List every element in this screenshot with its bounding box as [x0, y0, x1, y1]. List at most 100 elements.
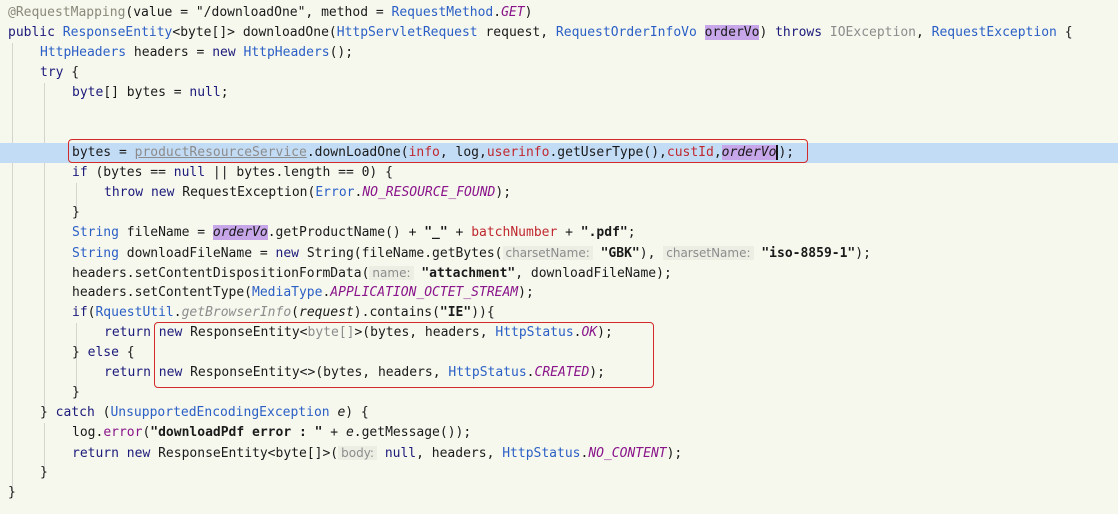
code-text: ) {	[345, 405, 369, 420]
code-text: )){	[471, 305, 495, 320]
code-text: String(fileName.getBytes(	[299, 246, 503, 261]
code-text: {	[63, 65, 80, 80]
code-text: downloadFileName =	[118, 246, 276, 261]
code-line-9[interactable]: if (bytes == null || bytes.length == 0) …	[0, 163, 1118, 183]
code-text: [] bytes =	[103, 85, 190, 100]
keyword-token: throw	[104, 185, 144, 200]
code-text: ,	[915, 25, 932, 40]
highlighted-identifier[interactable]: orderVo	[212, 225, 268, 240]
code-line-15[interactable]: headers.setContentType(MediaType.APPLICA…	[0, 283, 1118, 303]
string-token: ".pdf"	[580, 225, 628, 240]
string-token: "IE"	[439, 305, 472, 320]
code-text: .	[493, 5, 502, 20]
parameter-hint: charsetName:	[663, 246, 754, 260]
keyword-token: null	[189, 85, 221, 100]
code-text: );	[855, 246, 871, 261]
type-token: String	[72, 246, 119, 261]
keyword-token: new	[212, 45, 236, 60]
highlighted-identifier[interactable]: orderVo	[704, 25, 760, 40]
code-text: log.	[72, 425, 104, 440]
constant-token: NO_CONTENT	[588, 446, 667, 461]
code-text: headers.setContentType(	[72, 285, 253, 300]
code-line-2[interactable]: public ResponseEntity<byte[]> downloadOn…	[0, 23, 1118, 43]
keyword-token: return	[104, 325, 151, 340]
code-line-23[interactable]: return new ResponseEntity<byte[]>(body: …	[0, 443, 1118, 463]
code-text: }	[72, 345, 88, 360]
annotation-token: @RequestMapping	[8, 5, 126, 20]
code-text: );	[518, 285, 534, 300]
code-line-1[interactable]: @RequestMapping(value = "/downloadOne", …	[0, 3, 1118, 23]
type-token: HttpHeaders	[243, 45, 330, 60]
red-annotation-box-returns	[154, 322, 654, 388]
keyword-token: return	[72, 446, 119, 461]
code-text: RequestException(	[174, 185, 316, 200]
string-token: "_"	[424, 225, 448, 240]
code-text: );	[495, 185, 512, 200]
code-line-5[interactable]: byte[] bytes = null;	[0, 83, 1118, 103]
type-token: String	[72, 225, 119, 240]
code-text: (	[291, 305, 299, 320]
code-text: {	[1056, 25, 1073, 40]
code-text: , downloadFileName);	[515, 266, 672, 281]
parameter-hint: charsetName:	[502, 246, 593, 260]
code-editor[interactable]: @RequestMapping(value = "/downloadOne", …	[0, 0, 1118, 514]
code-text: .	[173, 305, 182, 320]
type-token: RquestUtil	[95, 305, 174, 320]
code-text: .getMessage());	[353, 425, 472, 440]
code-line-21[interactable]: } catch (UnsupportedEncodingException e)…	[0, 403, 1118, 423]
keyword-token: try	[40, 65, 64, 80]
type-token: HttpHeaders	[40, 45, 127, 60]
code-text: ;	[220, 85, 229, 100]
code-text: }	[72, 205, 80, 220]
code-line-4[interactable]: try {	[0, 63, 1118, 83]
code-text: (value = "/downloadOne", method =	[125, 5, 392, 20]
code-text: (	[94, 405, 111, 420]
constant-token: GET	[501, 5, 525, 20]
code-text: )	[524, 5, 533, 20]
keyword-token: null	[173, 165, 206, 180]
parameter-hint: body:	[338, 446, 377, 460]
code-text: ;	[627, 225, 636, 240]
keyword-token: else	[87, 345, 119, 360]
code-line-24[interactable]: }	[0, 463, 1118, 483]
constant-token: NO_RESOURCE_FOUND	[362, 185, 496, 200]
keyword-token: byte	[72, 85, 104, 100]
code-text: +	[447, 225, 472, 240]
type-token: UnsupportedEncodingException	[110, 405, 330, 420]
code-text: fileName =	[118, 225, 213, 240]
code-line-12[interactable]: String fileName = orderVo.getProductName…	[0, 223, 1118, 243]
code-text: ();	[329, 45, 354, 60]
code-line-22[interactable]: log.error("downloadPdf error : " + e.get…	[0, 423, 1118, 443]
code-text: +	[557, 225, 581, 240]
type-token: RequestException	[931, 25, 1057, 40]
code-text: ResponseEntity<byte[]>(	[150, 446, 339, 461]
code-text: {	[118, 345, 135, 360]
code-line-25[interactable]: }	[0, 483, 1118, 503]
type-token: HttpServletRequest	[336, 25, 478, 40]
code-line-11[interactable]: }	[0, 203, 1118, 223]
code-text: request,	[477, 25, 556, 40]
code-line-10[interactable]: throw new RequestException(Error.NO_RESO…	[0, 183, 1118, 203]
code-text: .getProductName() +	[267, 225, 425, 240]
field-token: batchNumber	[471, 225, 558, 240]
string-token: "downloadPdf error : "	[150, 425, 323, 440]
code-text: }	[40, 405, 56, 420]
code-line-3[interactable]: HttpHeaders headers = new HttpHeaders();	[0, 43, 1118, 63]
keyword-token: null	[384, 446, 417, 461]
type-token: ResponseEntity	[62, 25, 173, 40]
code-line-13[interactable]: String downloadFileName = new String(fil…	[0, 243, 1118, 263]
method-token: getBrowserInfo	[181, 305, 292, 320]
string-token: "attachment"	[421, 266, 516, 281]
code-text: )	[759, 25, 776, 40]
code-text: <byte[]> downloadOne(	[172, 25, 337, 40]
code-line-14[interactable]: headers.setContentDispositionFormData(na…	[0, 263, 1118, 283]
code-line-16[interactable]: if(RquestUtil.getBrowserInfo(request).co…	[0, 303, 1118, 323]
parameter-token: request	[299, 305, 354, 320]
code-text: ),	[639, 246, 664, 261]
constant-token: APPLICATION_OCTET_STREAM	[330, 285, 519, 300]
